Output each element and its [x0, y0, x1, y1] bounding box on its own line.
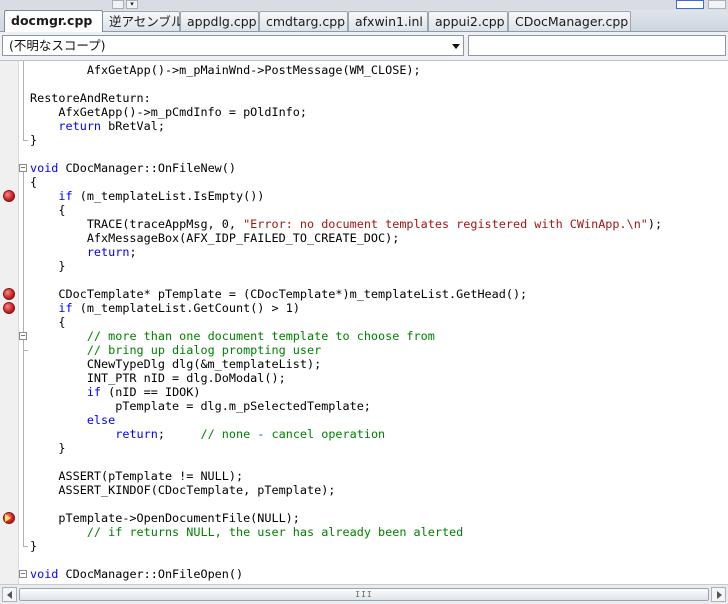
code-line[interactable]: CDocTemplate* pTemplate = (CDocTemplate*… [30, 287, 527, 301]
outline-guide [23, 340, 24, 350]
dropdown-arrow-icon[interactable]: ▾ [126, 0, 138, 9]
tab-cdocmanager-cpp[interactable]: CDocManager.cpp [508, 11, 631, 31]
collapse-icon[interactable]: − [19, 332, 27, 340]
tab-cmdtarg-cpp[interactable]: cmdtarg.cpp [259, 11, 348, 31]
horizontal-scrollbar[interactable]: III [0, 584, 728, 604]
code-line[interactable]: INT_PTR nID = dlg.DoModal(); [30, 371, 286, 385]
code-line[interactable]: } [30, 539, 37, 553]
outline-guide [23, 61, 24, 140]
breakpoint-icon[interactable] [3, 190, 15, 202]
tab-label: docmgr.cpp [11, 13, 93, 28]
code-line[interactable]: ASSERT_KINDOF(CDocTemplate, pTemplate); [30, 483, 335, 497]
tab-label: cmdtarg.cpp [266, 14, 346, 29]
outline-guide-end [23, 140, 28, 141]
code-line[interactable]: AfxMessageBox(AFX_IDP_FAILED_TO_CREATE_D… [30, 231, 400, 245]
code-line[interactable]: { [30, 175, 37, 189]
grip-icon: III [355, 590, 373, 599]
breakpoint-icon[interactable] [3, 288, 15, 300]
document-tab-bar: docmgr.cpp 逆アセンブル appdlg.cpp cmdtarg.cpp… [0, 10, 728, 32]
code-line[interactable]: // more than one document template to ch… [30, 329, 435, 343]
tab-disassembly[interactable]: 逆アセンブル [102, 11, 184, 31]
code-line[interactable]: if (m_templateList.GetCount() > 1) [30, 301, 300, 315]
code-line[interactable]: pTemplate->OpenDocumentFile(NULL); [30, 511, 299, 525]
code-line[interactable]: return bRetVal; [30, 119, 165, 133]
scope-dropdown[interactable]: (不明なスコープ) [2, 35, 464, 56]
arrow-right-icon [717, 591, 722, 599]
tab-label: appdlg.cpp [187, 14, 257, 29]
code-editor[interactable]: AfxGetApp()->m_pMainWnd->PostMessage(WM_… [0, 61, 728, 584]
tab-appui2-cpp[interactable]: appui2.cpp [428, 11, 508, 31]
code-line[interactable]: else [30, 413, 115, 427]
outline-guide-end [23, 546, 28, 547]
scroll-thumb[interactable]: III [19, 588, 709, 601]
navigation-bar: (不明なスコープ) [0, 32, 728, 61]
member-dropdown[interactable] [468, 35, 726, 56]
collapse-icon[interactable]: − [19, 164, 27, 172]
code-line[interactable]: pTemplate = dlg.m_pSelectedTemplate; [30, 399, 371, 413]
scroll-right-button[interactable] [711, 587, 726, 602]
code-line[interactable]: if (m_templateList.IsEmpty()) [30, 189, 264, 203]
breakpoint-icon[interactable] [3, 302, 15, 314]
tab-label: appui2.cpp [435, 14, 505, 29]
code-line[interactable]: // bring up dialog prompting user [30, 343, 321, 357]
arrow-left-icon [7, 591, 12, 599]
code-line[interactable]: void CDocManager::OnFileOpen() [30, 567, 243, 581]
code-line[interactable]: // if returns NULL, the user has already… [30, 525, 463, 539]
top-toolbar-strip: ▾ [0, 0, 728, 10]
outline-guide-end [23, 350, 28, 351]
current-statement-arrow-icon [5, 514, 11, 522]
code-line[interactable]: TRACE(traceAppMsg, 0, "Error: no documen… [30, 217, 662, 231]
code-line[interactable]: if (nID == IDOK) [30, 385, 201, 399]
code-line[interactable]: { [30, 315, 65, 329]
code-line[interactable]: return; [30, 245, 137, 259]
code-line[interactable]: CNewTypeDlg dlg(&m_templateList); [30, 357, 321, 371]
code-line[interactable]: { [30, 203, 65, 217]
toolbar-button[interactable] [112, 0, 124, 9]
code-line[interactable]: } [30, 259, 65, 273]
tab-label: 逆アセンブル [109, 14, 184, 29]
code-line[interactable]: RestoreAndReturn: [30, 91, 151, 105]
outline-guide [23, 172, 24, 546]
code-line[interactable]: AfxGetApp()->m_pMainWnd->PostMessage(WM_… [30, 63, 421, 77]
toolbar-button-right[interactable] [708, 0, 726, 9]
code-line[interactable]: } [30, 133, 37, 147]
tab-label: CDocManager.cpp [515, 14, 629, 29]
tab-docmgr-cpp[interactable]: docmgr.cpp [4, 10, 103, 32]
code-line[interactable]: ASSERT(pTemplate != NULL); [30, 469, 243, 483]
code-line[interactable]: return; // none - cancel operation [30, 427, 385, 441]
collapse-icon[interactable]: − [19, 570, 27, 578]
scope-value: (不明なスコープ) [9, 38, 106, 53]
code-line[interactable]: void CDocManager::OnFileNew() [30, 161, 236, 175]
tab-label: afxwin1.inl [355, 14, 423, 29]
chevron-down-icon[interactable] [452, 44, 460, 49]
code-line[interactable]: AfxGetApp()->m_pCmdInfo = pOldInfo; [30, 105, 307, 119]
tab-appdlg-cpp[interactable]: appdlg.cpp [180, 11, 259, 31]
scroll-left-button[interactable] [2, 587, 17, 602]
code-lines: AfxGetApp()->m_pMainWnd->PostMessage(WM_… [0, 61, 728, 584]
toolbar-field[interactable] [676, 0, 704, 9]
tab-afxwin1-inl[interactable]: afxwin1.inl [348, 11, 428, 31]
code-line[interactable]: } [30, 441, 65, 455]
